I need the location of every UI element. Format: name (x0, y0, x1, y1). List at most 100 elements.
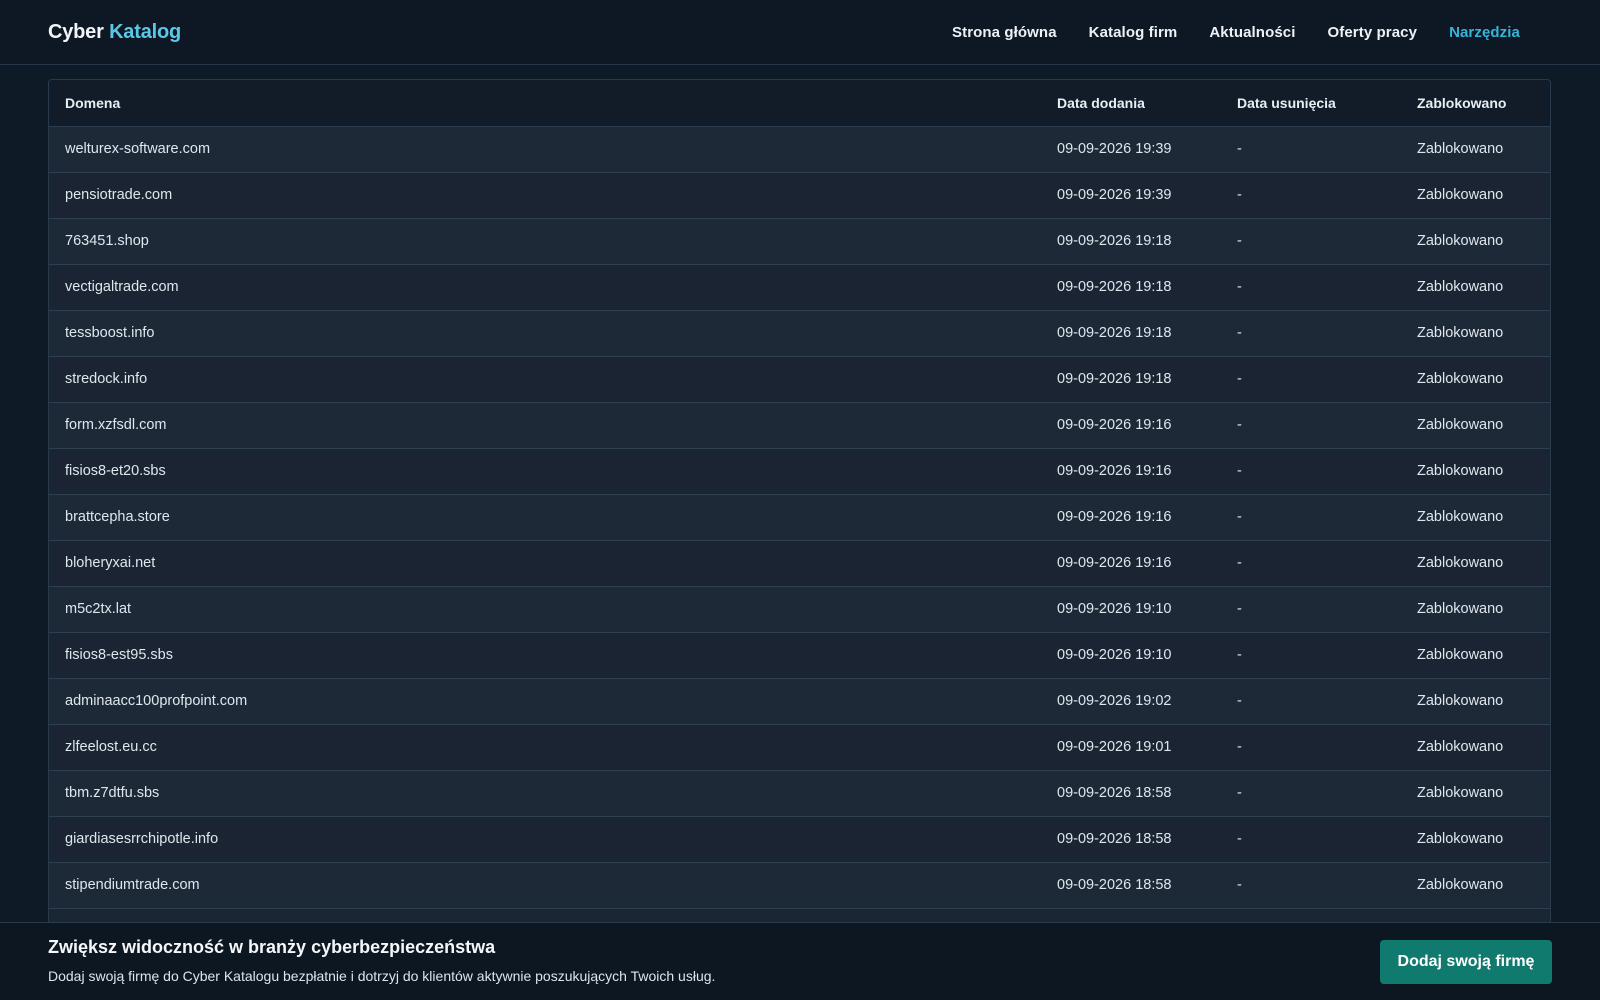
table-row[interactable]: adminaacc100profpoint.com 09-09-2026 19:0… (49, 678, 1550, 725)
table-row[interactable]: pensiotrade.com 09-09-2026 19:39- Zablokow… (49, 172, 1550, 219)
cell-blocked: Zablokowano (1401, 310, 1550, 357)
cell-date-added: 09-09-2026 19:16 (1041, 402, 1221, 449)
cell-date-added: 09-09-2026 19:18 (1041, 218, 1221, 265)
table-row[interactable]: fisios8-et20.sbs 09-09-2026 19:16- Zabloko… (49, 448, 1550, 495)
cell-date-added: 09-09-2026 19:18 (1041, 264, 1221, 311)
table-row[interactable]: zlfeelost.eu.cc 09-09-2026 19:01- Zablokow… (49, 724, 1550, 771)
cell-date-removed: - (1221, 494, 1401, 541)
cell-date-added: 09-09-2026 18:58 (1041, 770, 1221, 817)
column-header-date-removed[interactable]: Data usunięcia (1221, 80, 1401, 127)
cell-date-added: 09-09-2026 19:16 (1041, 448, 1221, 495)
cell-domain: adminaacc100profpoint.com (49, 678, 1041, 725)
column-header-domain[interactable]: Domena (49, 80, 1041, 127)
table-row[interactable]: tbm.z7dtfu.sbs 09-09-2026 18:58- Zablokowa… (49, 770, 1550, 817)
cell-blocked: Zablokowano (1401, 816, 1550, 863)
table-row[interactable]: stipendiumtrade.com 09-09-2026 18:58- Zabl… (49, 862, 1550, 909)
cell-domain: pensiotrade.com (49, 172, 1041, 219)
top-navbar: Cyber Katalog Strona główna Katalog firm… (0, 0, 1600, 65)
promo-banner: Zwiększ widoczność w branży cyberbezpiec… (0, 922, 1600, 1000)
cell-blocked: Zablokowano (1401, 172, 1550, 219)
table-row[interactable]: m5c2tx.lat 09-09-2026 19:10- Zablokowano (49, 586, 1550, 633)
table-row[interactable]: brattcepha.store 09-09-2026 19:16- Zabloko… (49, 494, 1550, 541)
brand-part-1: Cyber (48, 20, 104, 43)
cell-date-removed: - (1221, 678, 1401, 725)
cell-date-added: 09-09-2026 19:10 (1041, 632, 1221, 679)
table-body: welturex-software.com 09-09-2026 19:39- Za… (49, 126, 1550, 909)
cell-date-removed: - (1221, 126, 1401, 173)
column-header-date-added[interactable]: Data dodania (1041, 80, 1221, 127)
add-company-button[interactable]: Dodaj swoją firmę (1380, 940, 1552, 984)
nav-link-jobs[interactable]: Oferty pracy (1327, 24, 1417, 41)
cell-date-removed: - (1221, 172, 1401, 219)
cell-blocked: Zablokowano (1401, 724, 1550, 771)
table-row[interactable]: welturex-software.com 09-09-2026 19:39- Za… (49, 126, 1550, 173)
cell-date-removed: - (1221, 724, 1401, 771)
cell-domain: tessboost.info (49, 310, 1041, 357)
cell-date-removed: - (1221, 310, 1401, 357)
cell-date-added: 09-09-2026 19:16 (1041, 540, 1221, 587)
cell-blocked: Zablokowano (1401, 770, 1550, 817)
cell-date-added: 09-09-2026 19:39 (1041, 172, 1221, 219)
cell-date-added: 09-09-2026 19:01 (1041, 724, 1221, 771)
cell-domain: welturex-software.com (49, 126, 1041, 173)
cell-blocked: Zablokowano (1401, 862, 1550, 909)
cell-date-added: 09-09-2026 19:18 (1041, 356, 1221, 403)
nav-link-company-catalog[interactable]: Katalog firm (1089, 24, 1178, 41)
cell-domain: bloheryxai.net (49, 540, 1041, 587)
cell-domain: 763451.shop (49, 218, 1041, 265)
blocked-domains-table-container: Domena Data dodania Data usunięcia Zablo… (48, 79, 1551, 979)
cell-date-removed: - (1221, 264, 1401, 311)
cell-blocked: Zablokowano (1401, 632, 1550, 679)
cell-date-added: 09-09-2026 19:18 (1041, 310, 1221, 357)
table-header-row: Domena Data dodania Data usunięcia Zablo… (49, 80, 1550, 127)
cell-date-added: 09-09-2026 19:02 (1041, 678, 1221, 725)
promo-title: Zwiększ widoczność w branży cyberbezpiec… (48, 937, 496, 957)
brand-part-2: Katalog (109, 20, 182, 43)
cell-domain: m5c2tx.lat (49, 586, 1041, 633)
table-row[interactable]: stredock.info 09-09-2026 19:18- Zablokowan… (49, 356, 1550, 403)
table-row[interactable]: giardiasesrrchipotle.info 09-09-2026 18:5… (49, 816, 1550, 863)
table-row[interactable]: fisios8-est95.sbs 09-09-2026 19:10- Zablok… (49, 632, 1550, 679)
cell-date-added: 09-09-2026 19:39 (1041, 126, 1221, 173)
cell-blocked: Zablokowano (1401, 218, 1550, 265)
main-nav: Strona główna Katalog firm Aktualności O… (952, 24, 1552, 41)
cell-date-added: 09-09-2026 18:58 (1041, 862, 1221, 909)
cell-date-removed: - (1221, 632, 1401, 679)
cell-domain: fisios8-est95.sbs (49, 632, 1041, 679)
cell-date-added: 09-09-2026 18:58 (1041, 816, 1221, 863)
nav-link-news[interactable]: Aktualności (1209, 24, 1295, 41)
nav-link-tools[interactable]: Narzędzia (1449, 24, 1520, 41)
cell-blocked: Zablokowano (1401, 264, 1550, 311)
cell-date-removed: - (1221, 862, 1401, 909)
table-row[interactable]: 763451.shop 09-09-2026 19:18- Zablokowano (49, 218, 1550, 265)
cell-domain: fisios8-et20.sbs (49, 448, 1041, 495)
cell-date-removed: - (1221, 218, 1401, 265)
cell-domain: form.xzfsdl.com (49, 402, 1041, 449)
cell-domain: giardiasesrrchipotle.info (49, 816, 1041, 863)
cell-blocked: Zablokowano (1401, 356, 1550, 403)
cell-domain: brattcepha.store (49, 494, 1041, 541)
cell-blocked: Zablokowano (1401, 126, 1550, 173)
cell-blocked: Zablokowano (1401, 402, 1550, 449)
promo-text: Dodaj swoją firmę do Cyber Katalogu bezp… (48, 968, 716, 984)
table-row[interactable]: tessboost.info 09-09-2026 19:18- Zablokowa… (49, 310, 1550, 357)
column-header-blocked[interactable]: Zablokowano (1401, 80, 1550, 127)
table-row[interactable]: form.xzfsdl.com 09-09-2026 19:16- Zablokow… (49, 402, 1550, 449)
cell-blocked: Zablokowano (1401, 586, 1550, 633)
cell-blocked: Zablokowano (1401, 494, 1550, 541)
table-row[interactable]: vectigaltrade.com 09-09-2026 19:18- Zablok… (49, 264, 1550, 311)
cell-date-removed: - (1221, 356, 1401, 403)
cell-domain: tbm.z7dtfu.sbs (49, 770, 1041, 817)
cell-date-removed: - (1221, 586, 1401, 633)
cell-date-removed: - (1221, 448, 1401, 495)
table-row[interactable]: bloheryxai.net 09-09-2026 19:16- Zablokowa… (49, 540, 1550, 587)
nav-link-home[interactable]: Strona główna (952, 24, 1057, 41)
table-header: Domena Data dodania Data usunięcia Zablo… (49, 80, 1550, 127)
cell-blocked: Zablokowano (1401, 678, 1550, 725)
cell-domain: vectigaltrade.com (49, 264, 1041, 311)
cell-date-removed: - (1221, 402, 1401, 449)
cell-date-removed: - (1221, 816, 1401, 863)
brand-logo[interactable]: Cyber Katalog (48, 21, 181, 44)
cell-domain: stipendiumtrade.com (49, 862, 1041, 909)
cell-date-added: 09-09-2026 19:10 (1041, 586, 1221, 633)
